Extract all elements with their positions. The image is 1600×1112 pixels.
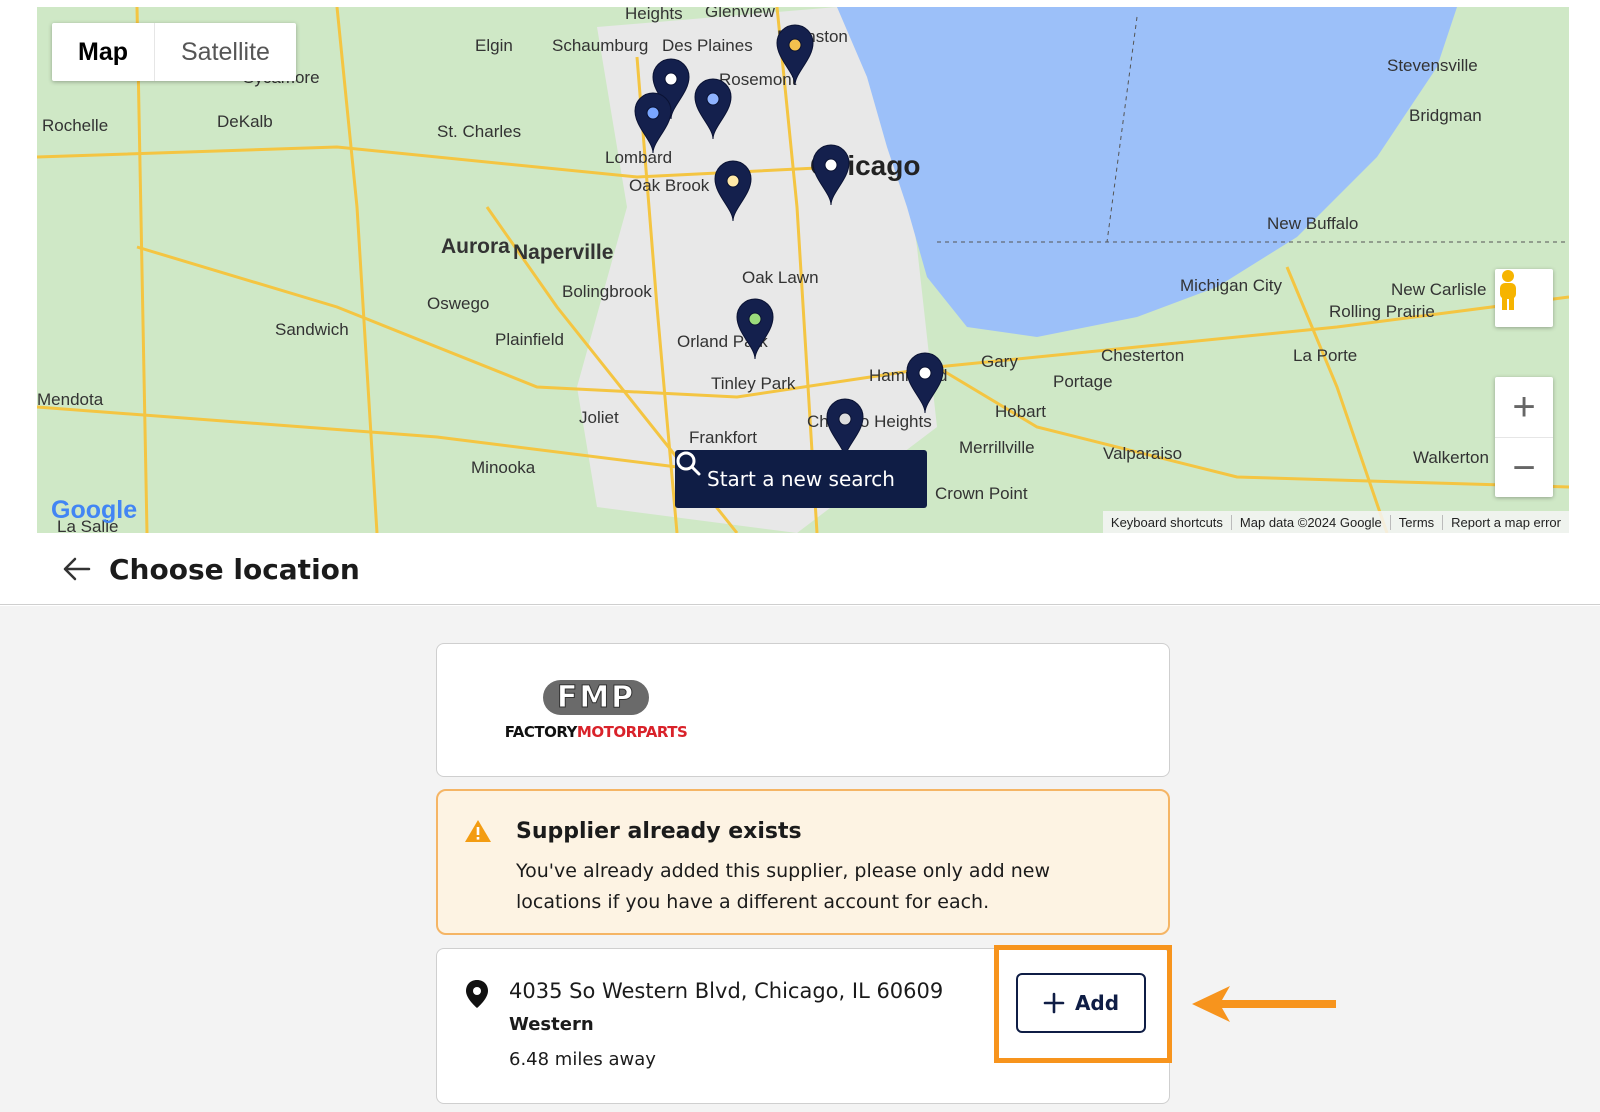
map-label-chesterton: Chesterton <box>1101 346 1184 365</box>
map-label-chicago-heights: Chicago Heights <box>807 412 932 431</box>
map-label-bolingbrook: Bolingbrook <box>562 282 652 301</box>
map-label-glenview: Glenview <box>705 7 776 21</box>
map-label-stevensville: Stevensville <box>1387 56 1478 75</box>
add-location-button[interactable]: Add <box>1016 973 1146 1033</box>
map-label-portage: Portage <box>1053 372 1113 391</box>
back-button[interactable] <box>57 549 97 589</box>
page-title: Choose location <box>109 552 360 586</box>
supplier-logo-mark: FMP <box>542 680 650 716</box>
map-label-des-plaines: Des Plaines <box>662 36 753 55</box>
search-icon <box>676 451 701 476</box>
map-label-minooka: Minooka <box>471 458 536 477</box>
map-label-mendota: Mendota <box>37 390 104 409</box>
map-label-merrillville: Merrillville <box>959 438 1035 457</box>
map-label-rosemont: Rosemont <box>719 70 797 89</box>
start-new-search-button[interactable]: Start a new search <box>675 450 927 508</box>
location-address: 4035 So Western Blvd, Chicago, IL 60609 <box>509 979 944 1003</box>
arrow-left-icon <box>63 557 91 581</box>
map-label-walkerton: Walkerton <box>1413 448 1489 467</box>
map-type-control: Map Satellite <box>52 23 296 81</box>
keyboard-shortcuts-link[interactable]: Keyboard shortcuts <box>1103 515 1231 530</box>
map-label-michigan-city: Michigan City <box>1180 276 1283 295</box>
warning-icon <box>465 820 491 842</box>
supplier-logo-wordmark: FACTORYMOTORPARTS <box>491 723 701 741</box>
zoom-in-button[interactable]: + <box>1495 377 1553 438</box>
map-label-naperville: Naperville <box>513 241 613 264</box>
map-label-new-buffalo: New Buffalo <box>1267 214 1358 233</box>
map-label-st-charles: St. Charles <box>437 122 521 141</box>
map[interactable]: Chicago Evanston Des Plaines Schaumburg … <box>37 7 1569 533</box>
street-view-pegman[interactable] <box>1495 269 1553 327</box>
warning-title: Supplier already exists <box>516 819 802 844</box>
supplier-logo-word-1: FACTORY <box>504 723 578 741</box>
map-label-rochelle: Rochelle <box>42 116 108 135</box>
map-label-hobart: Hobart <box>995 402 1046 421</box>
page-header: Choose location <box>0 534 1600 605</box>
plus-icon <box>1043 992 1065 1014</box>
map-label-lombard: Lombard <box>605 148 672 167</box>
map-label-sandwich: Sandwich <box>275 320 349 339</box>
map-section: Chicago Evanston Des Plaines Schaumburg … <box>0 0 1600 606</box>
report-map-error-link[interactable]: Report a map error <box>1442 514 1569 530</box>
map-label-schaumburg: Schaumburg <box>552 36 648 55</box>
map-label-oak-brook: Oak Brook <box>629 176 710 195</box>
pegman-icon <box>1500 270 1516 310</box>
map-label-elgin: Elgin <box>475 36 513 55</box>
map-label-bridgman: Bridgman <box>1409 106 1482 125</box>
map-label-valparaiso: Valparaiso <box>1103 444 1182 463</box>
map-label-frankfort: Frankfort <box>689 428 757 447</box>
map-label-joliet: Joliet <box>579 408 619 427</box>
map-label-dekalb: DeKalb <box>217 112 273 131</box>
map-label-new-carlisle: New Carlisle <box>1391 280 1486 299</box>
supplier-exists-warning: Supplier already exists You've already a… <box>436 789 1170 935</box>
map-label-tinley-park: Tinley Park <box>711 374 796 393</box>
zoom-out-button[interactable]: − <box>1495 438 1553 498</box>
map-label-heights: Heights <box>625 7 683 23</box>
terms-link[interactable]: Terms <box>1389 514 1442 530</box>
map-label-gary: Gary <box>981 352 1018 371</box>
location-pin-icon <box>466 980 488 1008</box>
supplier-logo: FMP FACTORYMOTORPARTS <box>491 680 701 742</box>
map-label-crown-point: Crown Point <box>935 484 1028 503</box>
map-label-oswego: Oswego <box>427 294 489 313</box>
map-attribution-bar: Keyboard shortcuts Map data ©2024 Google… <box>1102 511 1569 533</box>
supplier-card: FMP FACTORYMOTORPARTS <box>436 643 1170 777</box>
map-data-attribution: Map data ©2024 Google <box>1230 514 1390 530</box>
location-distance: 6.48 miles away <box>509 1049 656 1070</box>
location-name: Western <box>509 1014 594 1035</box>
map-label-plainfield: Plainfield <box>495 330 564 349</box>
zoom-control: + − <box>1495 377 1553 497</box>
supplier-logo-word-2: MOTORPARTS <box>576 723 688 741</box>
google-logo: Google <box>51 496 138 524</box>
map-label-rolling-prairie: Rolling Prairie <box>1329 302 1435 321</box>
map-type-map-button[interactable]: Map <box>52 23 155 81</box>
arrow-left-annotation-icon <box>1192 986 1336 1022</box>
add-location-label: Add <box>1074 991 1120 1015</box>
map-label-oak-lawn: Oak Lawn <box>742 268 819 287</box>
warning-message: You've already added this supplier, plea… <box>516 860 1051 913</box>
map-type-satellite-button[interactable]: Satellite <box>155 23 296 81</box>
start-new-search-label: Start a new search <box>707 467 895 491</box>
map-label-la-porte: La Porte <box>1293 346 1357 365</box>
map-label-aurora: Aurora <box>441 235 510 258</box>
